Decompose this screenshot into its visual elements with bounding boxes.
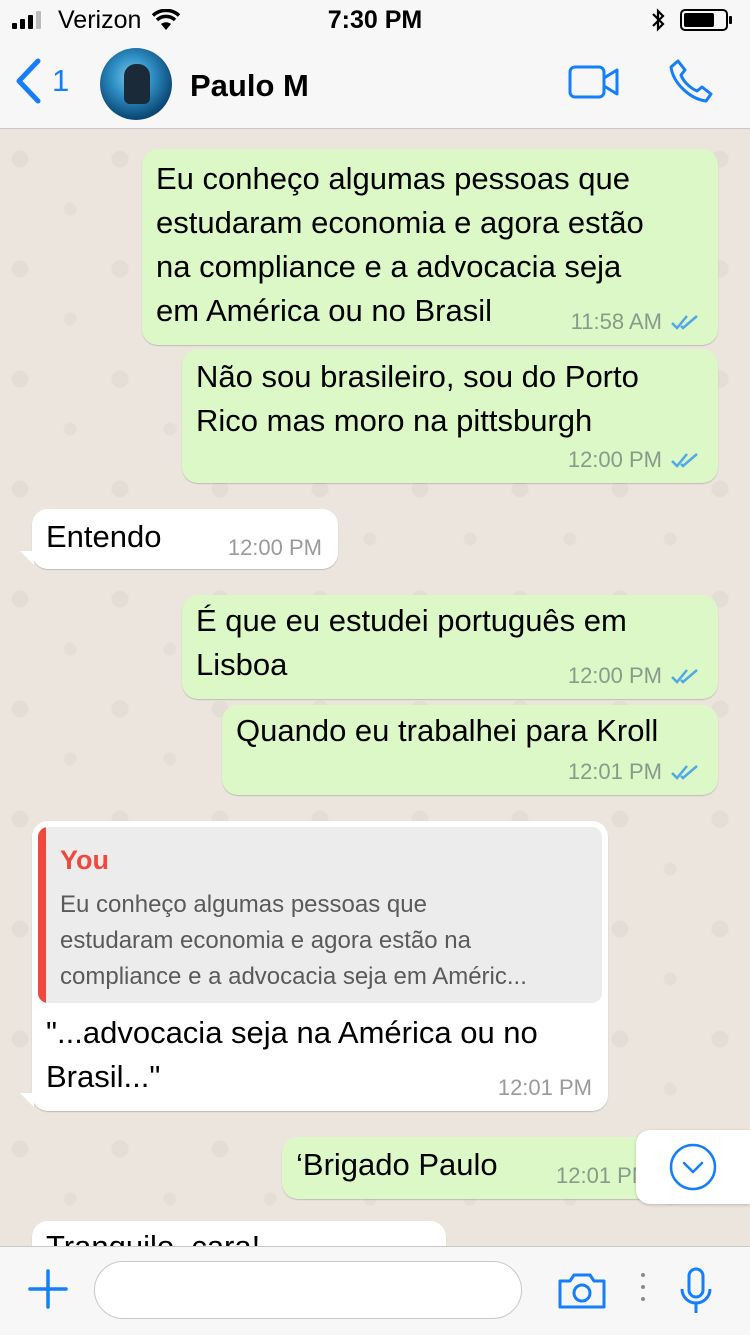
message-incoming[interactable]: Entendo 12:00 PM [32, 509, 338, 569]
status-time: 7:30 PM [327, 6, 423, 34]
message-text-line: Tranquilo, cara! [46, 1225, 260, 1246]
message-meta: 11:58 AM [571, 309, 700, 335]
battery-icon [680, 9, 732, 31]
message-text-line: Entendo [46, 519, 162, 554]
double-check-icon [671, 315, 698, 330]
microphone-icon[interactable] [678, 1267, 714, 1317]
message-incoming-reply[interactable]: You Eu conheço algumas pessoas que estud… [32, 821, 608, 1111]
quoted-message[interactable]: You Eu conheço algumas pessoas que estud… [38, 827, 602, 1003]
message-text-line: Rico mas moro na pittsburgh [196, 403, 593, 438]
message-outgoing[interactable]: Não sou brasileiro, sou do Porto Rico ma… [182, 349, 718, 483]
message-outgoing[interactable]: É que eu estudei português em Lisboa 12:… [182, 595, 718, 699]
message-text-line: estudaram economia e agora estão [156, 205, 644, 240]
message-time: 12:00 PM [567, 447, 662, 472]
phone-call-icon[interactable] [668, 58, 714, 104]
message-meta: 12:00 PM [568, 663, 700, 689]
message-outgoing[interactable]: Quando eu trabalhei para Kroll 12:01 PM [222, 705, 718, 795]
message-meta: 12:00 PM [228, 535, 322, 561]
quote-text-line: Eu conheço algumas pessoas que [60, 891, 427, 918]
scroll-down-icon [669, 1143, 717, 1191]
message-text-line: ‘Brigado Paulo [296, 1147, 498, 1182]
plus-icon[interactable] [26, 1267, 70, 1311]
message-text-line: Eu conheço algumas pessoas que [156, 161, 630, 196]
message-input[interactable] [94, 1261, 522, 1319]
message-time: 12:00 PM [567, 663, 662, 688]
avatar[interactable] [100, 48, 172, 120]
message-text-line: É que eu estudei português em [196, 603, 627, 638]
message-time: 12:01 PM [497, 1075, 592, 1100]
double-check-icon [671, 669, 698, 684]
quote-accent-bar [38, 827, 46, 1003]
scroll-to-bottom-button[interactable] [636, 1130, 750, 1204]
bubble-tail [20, 1093, 34, 1107]
message-text-line: na compliance e a advocacia seja [156, 249, 622, 284]
bubble-tail [20, 551, 34, 565]
unread-count: 1 [52, 63, 70, 98]
message-text-line: Lisboa [196, 647, 288, 682]
message-text-line: em América ou no Brasil [156, 293, 492, 328]
video-call-icon[interactable] [568, 64, 620, 100]
back-button[interactable]: 1 [14, 58, 69, 104]
message-text-line: Não sou brasileiro, sou do Porto [196, 359, 639, 394]
message-time: 11:58 AM [570, 309, 662, 334]
back-chevron-icon [16, 58, 41, 104]
message-meta: 12:01 PM [568, 759, 700, 785]
bluetooth-icon [652, 8, 665, 32]
input-bar [0, 1246, 750, 1335]
chat-header: 1 Paulo M [0, 40, 750, 129]
status-bar: Verizon 7:30 PM [0, 0, 750, 40]
message-time: 12:01 PM [567, 759, 662, 784]
double-check-icon [671, 765, 698, 780]
message-text-line: Quando eu trabalhei para Kroll [236, 713, 659, 748]
status-right [650, 8, 734, 32]
message-incoming[interactable]: Tranquilo, cara! [32, 1221, 446, 1246]
message-text-line: Brasil..." [46, 1059, 161, 1094]
message-time: 12:00 PM [227, 535, 322, 560]
quote-author: You [60, 845, 109, 875]
quote-text-line: compliance e a advocacia seja em Améric.… [60, 963, 527, 990]
camera-icon[interactable] [556, 1271, 608, 1311]
more-options-separator [640, 1273, 646, 1307]
double-check-icon [671, 453, 698, 468]
message-meta: 12:00 PM [568, 447, 700, 473]
message-meta: 12:01 PM [498, 1075, 592, 1101]
quote-text-line: estudaram economia e agora estão na [60, 927, 471, 954]
message-list[interactable]: Eu conheço algumas pessoas que estudaram… [0, 129, 750, 1246]
message-outgoing[interactable]: Eu conheço algumas pessoas que estudaram… [142, 149, 718, 345]
message-text-line: "...advocacia seja na América ou no [46, 1015, 538, 1050]
contact-name[interactable]: Paulo M [190, 68, 309, 104]
